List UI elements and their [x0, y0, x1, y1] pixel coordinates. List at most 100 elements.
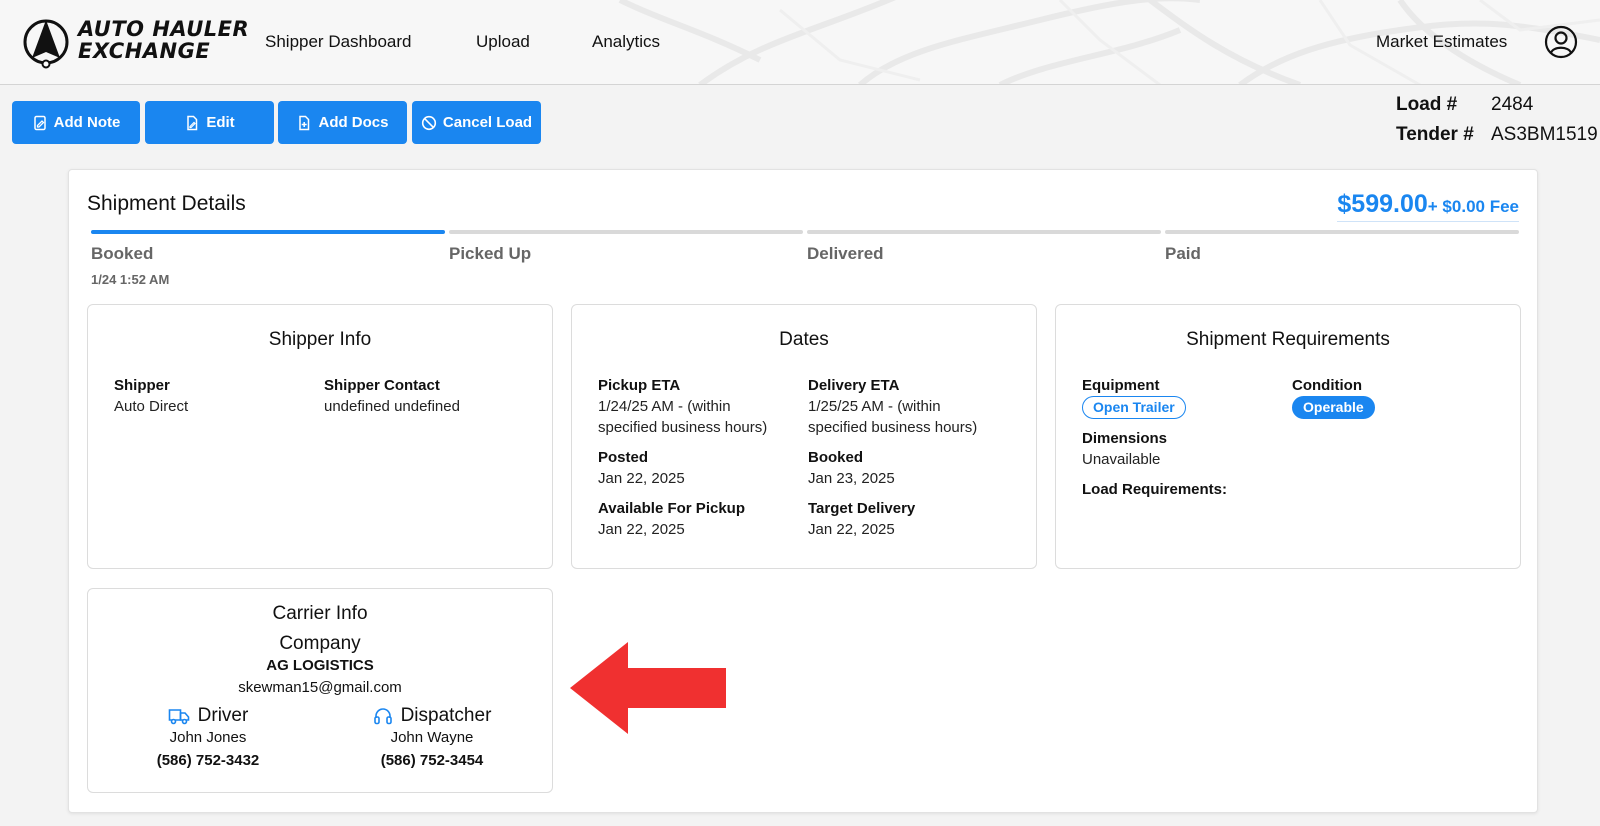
pickup-eta-value: 1/24/25 AM - (within specified business … [598, 398, 768, 436]
booked-field: Booked Jan 23, 2025 [808, 447, 895, 489]
driver-heading: Driver [98, 705, 318, 727]
shipper-contact-label: Shipper Contact [324, 377, 440, 394]
edit-button[interactable]: Edit [145, 101, 274, 144]
shipment-details-title: Shipment Details [87, 192, 246, 215]
equipment-badge: Open Trailer [1082, 396, 1186, 419]
target-delivery-value: Jan 22, 2025 [808, 521, 895, 538]
step-label: Picked Up [449, 244, 532, 263]
delivery-eta-field: Delivery ETA 1/25/25 AM - (within specif… [808, 375, 998, 438]
available-for-pickup-label: Available For Pickup [598, 500, 745, 517]
headset-icon [373, 708, 392, 725]
condition-label: Condition [1292, 377, 1362, 394]
add-docs-button[interactable]: Add Docs [278, 101, 407, 144]
company-name: AG LOGISTICS [266, 657, 374, 674]
load-requirements-label: Load Requirements: [1082, 481, 1228, 498]
carrier-email: skewman15@gmail.com [238, 679, 402, 696]
truck-icon [168, 709, 189, 725]
dispatcher-section: Dispatcher John Wayne (586) 752-3454 [322, 705, 542, 769]
ban-icon [421, 115, 437, 130]
top-navigation-bar: AUTO HAULER EXCHANGE Shipper Dashboard U… [0, 0, 1600, 85]
shipper-info-panel: Shipper Info Shipper Auto Direct Shipper… [87, 304, 553, 569]
load-number-label: Load # [1396, 94, 1458, 115]
shipment-requirements-title: Shipment Requirements [1186, 329, 1390, 350]
delivery-eta-label: Delivery ETA [808, 377, 900, 394]
shipment-details-card: Shipment Details $599.00+ $0.00 Fee Book… [68, 169, 1538, 813]
tender-number-label: Tender # [1396, 124, 1474, 145]
brand-name: AUTO HAULER EXCHANGE [78, 18, 249, 62]
equipment-label: Equipment [1082, 377, 1160, 394]
step-booked: Booked 1/24 1:52 AM [91, 230, 445, 287]
carrier-info-panel: Carrier Info Company AG LOGISTICS skewma… [87, 588, 553, 793]
load-requirements-field: Load Requirements: [1082, 479, 1227, 500]
driver-label: Driver [197, 705, 249, 726]
available-for-pickup-field: Available For Pickup Jan 22, 2025 [598, 498, 745, 540]
shipper-info-title: Shipper Info [268, 329, 372, 350]
posted-label: Posted [598, 449, 649, 466]
dates-panel: Dates Pickup ETA 1/24/25 AM - (within sp… [571, 304, 1037, 569]
dispatcher-name: John Wayne [390, 729, 474, 746]
carrier-info-title: Carrier Info [272, 603, 368, 624]
dates-title: Dates [779, 329, 829, 350]
step-label: Paid [1165, 244, 1201, 263]
nav-upload[interactable]: Upload [476, 32, 530, 52]
nav-analytics[interactable]: Analytics [592, 32, 660, 52]
add-note-button[interactable]: Add Note [12, 101, 140, 144]
dispatcher-label: Dispatcher [400, 705, 492, 726]
add-docs-label: Add Docs [318, 114, 389, 131]
edit-label: Edit [206, 114, 235, 131]
brand-line-1: AUTO HAULER [78, 17, 250, 41]
target-delivery-label: Target Delivery [808, 500, 916, 517]
shipment-requirements-panel: Shipment Requirements Equipment Open Tra… [1055, 304, 1521, 569]
brand-logo[interactable]: AUTO HAULER EXCHANGE [22, 16, 252, 70]
shipper-contact-field: Shipper Contact undefined undefined [324, 375, 460, 417]
price-display: $599.00+ $0.00 Fee [1337, 190, 1519, 222]
driver-name: John Jones [169, 729, 247, 746]
note-icon [33, 115, 46, 130]
step-delivered: Delivered [807, 230, 1161, 264]
price-amount: $599.00 [1337, 190, 1428, 218]
nav-shipper-dashboard[interactable]: Shipper Dashboard [265, 32, 411, 52]
left-arrow-annotation-icon [570, 642, 726, 734]
company-label: Company [279, 633, 361, 654]
target-delivery-field: Target Delivery Jan 22, 2025 [808, 498, 915, 540]
dimensions-field: Dimensions Unavailable [1082, 428, 1167, 470]
dispatcher-heading: Dispatcher [322, 705, 542, 727]
posted-value: Jan 22, 2025 [598, 470, 685, 487]
brand-line-2: EXCHANGE [78, 39, 211, 63]
step-paid: Paid [1165, 230, 1519, 264]
logo-mark-icon [23, 19, 69, 69]
user-circle-icon[interactable] [1544, 25, 1578, 59]
shipper-field: Shipper Auto Direct [114, 375, 188, 417]
step-picked-up: Picked Up [449, 230, 803, 264]
step-bar [1165, 230, 1519, 234]
dispatcher-phone[interactable]: (586) 752-3454 [322, 752, 542, 769]
step-bar [807, 230, 1161, 234]
dimensions-value: Unavailable [1082, 451, 1161, 468]
step-label: Delivered [807, 244, 884, 263]
cancel-load-label: Cancel Load [442, 114, 533, 131]
booked-label: Booked [808, 449, 864, 466]
step-bar [449, 230, 803, 234]
shipper-contact-value: undefined undefined [324, 398, 460, 415]
available-for-pickup-value: Jan 22, 2025 [598, 521, 685, 538]
action-toolbar: Add Note Edit Add Docs Cancel Load [0, 86, 1600, 159]
driver-phone[interactable]: (586) 752-3432 [98, 752, 318, 769]
dimensions-label: Dimensions [1082, 430, 1168, 447]
condition-badge: Operable [1292, 396, 1375, 419]
shipper-value: Auto Direct [114, 398, 189, 415]
step-bar [91, 230, 445, 234]
add-note-label: Add Note [53, 114, 121, 131]
equipment-field: Equipment Open Trailer [1082, 375, 1186, 419]
pickup-eta-label: Pickup ETA [598, 377, 681, 394]
add-document-icon [299, 115, 310, 130]
edit-document-icon [187, 115, 198, 130]
load-number-value: 2484 [1491, 94, 1534, 115]
booked-value: Jan 23, 2025 [808, 470, 895, 487]
nav-market-estimates[interactable]: Market Estimates [1376, 32, 1507, 52]
price-fee: + $0.00 Fee [1427, 197, 1519, 216]
cancel-load-button[interactable]: Cancel Load [412, 101, 541, 144]
pickup-eta-field: Pickup ETA 1/24/25 AM - (within specifie… [598, 375, 788, 438]
condition-field: Condition Operable [1292, 375, 1375, 419]
shipper-label: Shipper [114, 377, 170, 394]
step-time: 1/24 1:52 AM [91, 272, 170, 287]
